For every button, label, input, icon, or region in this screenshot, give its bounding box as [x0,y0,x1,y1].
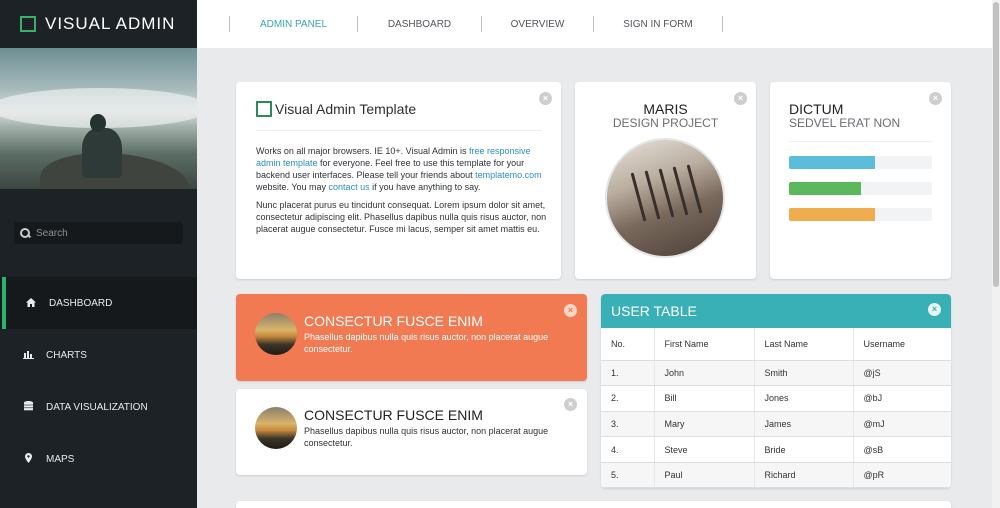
page-scrollbar[interactable] [992,0,1000,508]
table-row: 5. Paul Richard @pR [601,462,951,488]
table-cell: John [654,360,755,387]
user-table: No. First Name Last Name Username 1. John… [601,328,951,488]
sidebar-item-label: CHARTS [46,349,87,361]
table-cell: @pR [853,462,951,488]
intro-panel: × Visual Admin Template Works on all maj… [236,82,561,279]
sidebar-hero-image [0,48,197,189]
sidebar-item-label: DASHBOARD [49,297,113,309]
top-nav: ADMIN PANEL DASHBOARD OVERVIEW SIGN IN F… [229,16,723,32]
table-cell: 3. [601,411,655,438]
brand[interactable]: VISUAL ADMIN [0,0,197,48]
table-cell: @bJ [853,385,951,412]
search-icon [20,228,30,238]
sidebar-item-dashboard[interactable]: DASHBOARD [0,277,197,329]
profile-subtitle: DESIGN PROJECT [612,116,719,130]
templatemo-link[interactable]: templatemo.com [475,170,542,180]
table-cell: Bride [754,436,854,463]
user-table-header: USER TABLE × [601,294,951,328]
table-row: 4. Steve Bride @sB [601,436,951,463]
sunset-thumbnail [255,313,297,355]
column-header: First Name [654,328,755,361]
table-cell: James [754,411,854,438]
table-row: 3. Mary James @mJ [601,411,951,438]
map-marker-icon [22,453,34,465]
progress-subtitle: SEDVEL ERAT NON [789,116,901,130]
intro-paragraph-2: Nunc placerat purus eu tincidunt consequ… [256,200,547,234]
alert-panel: × CONSECTUR FUSCE ENIM Phasellus dapibus… [236,389,587,475]
table-cell: Jones [754,385,854,412]
progress-bar-fill [789,208,875,221]
table-cell: 1. [601,360,655,387]
progress-title: DICTUM [789,101,844,117]
bottom-panel [236,501,951,508]
table-cell: @jS [853,360,951,387]
alert-text: Phasellus dapibus nulla quis risus aucto… [304,426,549,448]
table-cell: Mary [654,411,755,438]
sidebar-item-charts[interactable]: CHARTS [0,329,197,381]
close-icon[interactable]: × [539,92,552,105]
bar-chart-icon [22,350,34,361]
table-cell: 5. [601,462,655,488]
database-icon [22,401,34,413]
alert-text: Phasellus dapibus nulla quis risus aucto… [304,332,549,354]
top-navbar: ADMIN PANEL DASHBOARD OVERVIEW SIGN IN F… [197,0,992,48]
user-table-panel: USER TABLE × No. First Name Last Name Us… [601,294,951,488]
tab-overview[interactable]: OVERVIEW [481,16,593,32]
progress-bar-fill [789,156,875,169]
close-icon[interactable]: × [564,398,577,411]
alert-title: CONSECTUR FUSCE ENIM [304,407,483,423]
intro-paragraph: Works on all major browsers. IE 10+. Vis… [256,146,542,192]
progress-bar-fill [789,182,861,195]
profile-panel: × MARIS DESIGN PROJECT [575,82,756,279]
progress-bar [789,208,932,221]
table-cell: Richard [754,462,854,488]
tab-sign-in-form[interactable]: SIGN IN FORM [593,16,723,32]
close-icon[interactable]: × [928,303,941,316]
panel-title: Visual Admin Template [275,101,417,117]
table-cell: 4. [601,436,655,463]
tab-admin-panel[interactable]: ADMIN PANEL [229,16,357,32]
progress-bar [789,156,932,169]
progress-panel: × DICTUM SEDVEL ERAT NON [770,82,951,279]
divider [256,130,542,131]
profile-photo [605,138,725,258]
sidebar-item-maps[interactable]: MAPS [0,433,197,485]
template-square-icon [256,101,272,117]
table-row: 2. Bill Jones @bJ [601,385,951,412]
logo-square-icon [20,16,36,32]
tab-dashboard[interactable]: DASHBOARD [357,16,481,32]
search-box [14,222,183,244]
contact-us-link[interactable]: contact us [329,182,370,192]
table-cell: Bill [654,385,755,412]
search-input[interactable] [36,227,166,239]
close-icon[interactable]: × [564,304,577,317]
brand-title: VISUAL ADMIN [45,14,176,33]
panel-title: USER TABLE [611,303,697,319]
table-cell: @sB [853,436,951,463]
close-icon[interactable]: × [929,92,942,105]
profile-name: MARIS [643,101,688,117]
sidebar: VISUAL ADMIN DASHBOARD CHARTS DATA VISUA [0,0,197,508]
sidebar-item-label: DATA VISUALIZATION [46,401,148,413]
divider [789,141,932,142]
sidebar-item-label: MAPS [46,453,75,465]
table-cell: Smith [754,360,854,387]
table-cell: Paul [654,462,755,488]
home-icon [25,297,37,309]
alert-title: CONSECTUR FUSCE ENIM [304,313,483,329]
sunset-thumbnail [255,407,297,449]
sidebar-nav: DASHBOARD CHARTS DATA VISUALIZATION MAPS [0,277,197,485]
sidebar-item-data-visualization[interactable]: DATA VISUALIZATION [0,381,197,433]
table-cell: @mJ [853,411,951,438]
table-cell: Steve [654,436,755,463]
highlight-alert-panel: × CONSECTUR FUSCE ENIM Phasellus dapibus… [236,294,587,381]
table-cell: 2. [601,385,655,412]
column-header: Username [853,328,951,361]
scrollbar-thumb[interactable] [993,2,999,287]
table-row: 1. John Smith @jS [601,360,951,387]
column-header: No. [601,328,655,361]
column-header: Last Name [754,328,854,361]
progress-bar [789,182,932,195]
